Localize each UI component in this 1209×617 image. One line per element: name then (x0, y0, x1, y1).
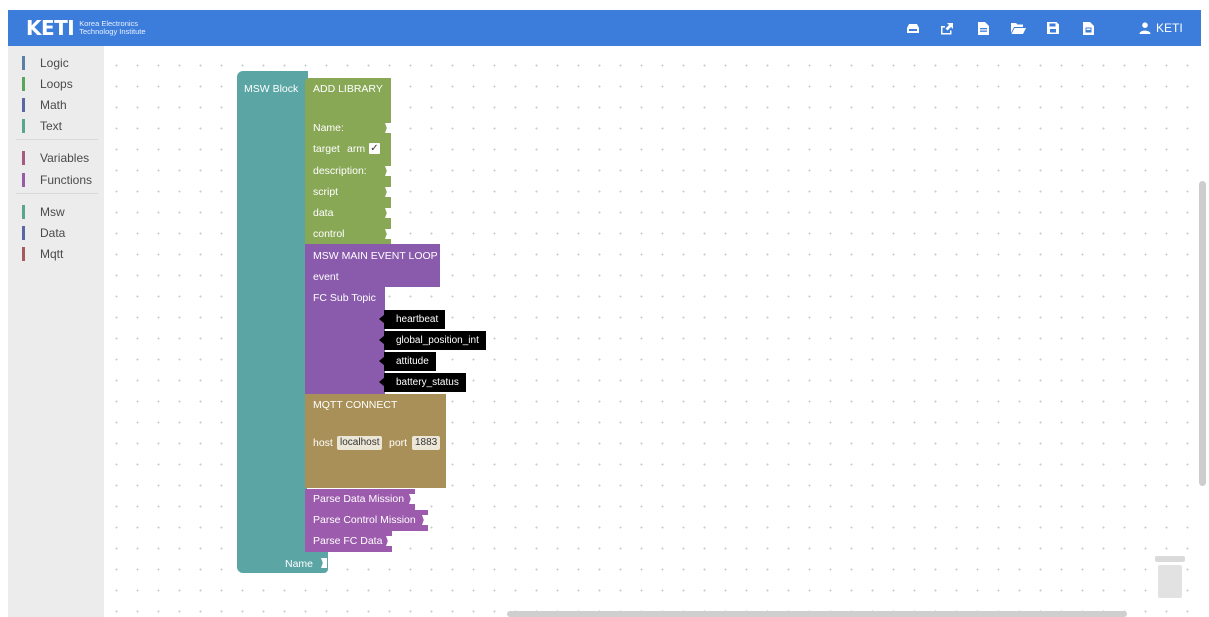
category-label: Functions (40, 172, 93, 187)
category-label: Loops (40, 76, 73, 91)
control-label: control (313, 228, 345, 240)
logo-subtitle-line2: Technology Institute (79, 27, 146, 36)
msw-block-name-label: Name (285, 558, 314, 570)
category-swatch (22, 172, 25, 187)
parse-control-mission-label: Parse Control Mission (313, 514, 416, 526)
script-label: script (313, 186, 339, 198)
user-name: KETI (1156, 21, 1183, 35)
user-menu[interactable]: KETI (1139, 20, 1183, 36)
category-swatch (22, 150, 25, 165)
folder-open-icon[interactable] (1010, 20, 1026, 36)
mqtt-connect-title: MQTT CONNECT (313, 399, 398, 411)
category-msw[interactable]: Msw (22, 203, 65, 220)
category-swatch (22, 76, 25, 91)
horizontal-scrollbar[interactable] (507, 611, 1127, 617)
category-label: Mqtt (40, 246, 64, 261)
category-label: Text (40, 118, 63, 133)
keti-logo: KETI Korea Electronics Technology Instit… (26, 15, 146, 41)
port-input[interactable]: 1883 (412, 436, 441, 450)
trash-bin (1158, 565, 1182, 598)
target-value: arm (347, 143, 366, 155)
parse-data-mission-label: Parse Data Mission (313, 493, 405, 505)
topic-global-position-int[interactable]: global_position_int (384, 331, 486, 350)
msw-block[interactable] (237, 71, 307, 573)
target-checkbox[interactable]: ✓ (369, 143, 380, 154)
event-label: event (313, 271, 339, 283)
data-label: data (313, 207, 334, 219)
blockly-app: KETI Korea Electronics Technology Instit… (0, 0, 1209, 617)
logo-wordmark: KETI (26, 16, 75, 40)
topic-attitude[interactable]: attitude (384, 352, 436, 371)
file-icon[interactable] (975, 20, 991, 36)
category-label: Variables (40, 150, 90, 165)
target-label: target (313, 143, 340, 155)
msw-block-label: MSW Block (244, 83, 299, 95)
category-label: Math (40, 97, 67, 112)
port-label: port (389, 437, 408, 449)
trash-lid (1155, 556, 1185, 562)
add-library-title: ADD LIBRARY (313, 83, 383, 95)
file-save-icon[interactable] (1080, 20, 1096, 36)
vertical-scrollbar[interactable] (1199, 181, 1206, 486)
description-label: description: (313, 165, 367, 177)
category-label: Data (40, 225, 66, 240)
name-field-label: Name: (313, 122, 344, 134)
category-text[interactable]: Text (22, 117, 62, 134)
category-separator (16, 193, 98, 194)
category-mqtt[interactable]: Mqtt (22, 245, 63, 262)
host-label: host (313, 437, 333, 449)
category-swatch (22, 204, 25, 219)
category-variables[interactable]: Variables (22, 149, 89, 166)
category-loops[interactable]: Loops (22, 75, 73, 92)
category-swatch (22, 97, 25, 112)
parse-fc-data-label: Parse FC Data (313, 535, 383, 547)
toolbox-sidebar: Logic Loops Math Text Variables Function… (8, 46, 104, 617)
category-swatch (22, 246, 25, 261)
topic-heartbeat[interactable]: heartbeat (384, 310, 446, 329)
category-swatch (22, 55, 25, 70)
topic-battery-status[interactable]: battery_status (384, 373, 466, 392)
category-swatch (22, 225, 25, 240)
logo-subtitle: Korea Electronics Technology Institute (79, 20, 145, 36)
main-event-loop-title: MSW MAIN EVENT LOOP (313, 250, 438, 262)
category-logic[interactable]: Logic (22, 54, 69, 71)
trash-can-icon[interactable] (1153, 556, 1187, 598)
category-swatch (22, 118, 25, 133)
category-label: Msw (40, 204, 65, 219)
category-functions[interactable]: Functions (22, 171, 92, 188)
host-input[interactable]: localhost (337, 436, 383, 450)
share-export-icon[interactable] (939, 20, 955, 36)
category-separator (16, 139, 98, 140)
save-icon[interactable] (1045, 20, 1061, 36)
upload-cloud-icon[interactable] (905, 20, 921, 36)
user-icon (1139, 22, 1151, 34)
top-header: KETI Korea Electronics Technology Instit… (8, 10, 1201, 46)
fc-sub-topic-label: FC Sub Topic (313, 292, 376, 304)
category-label: Logic (40, 55, 69, 70)
category-math[interactable]: Math (22, 96, 67, 113)
category-data[interactable]: Data (22, 224, 65, 241)
